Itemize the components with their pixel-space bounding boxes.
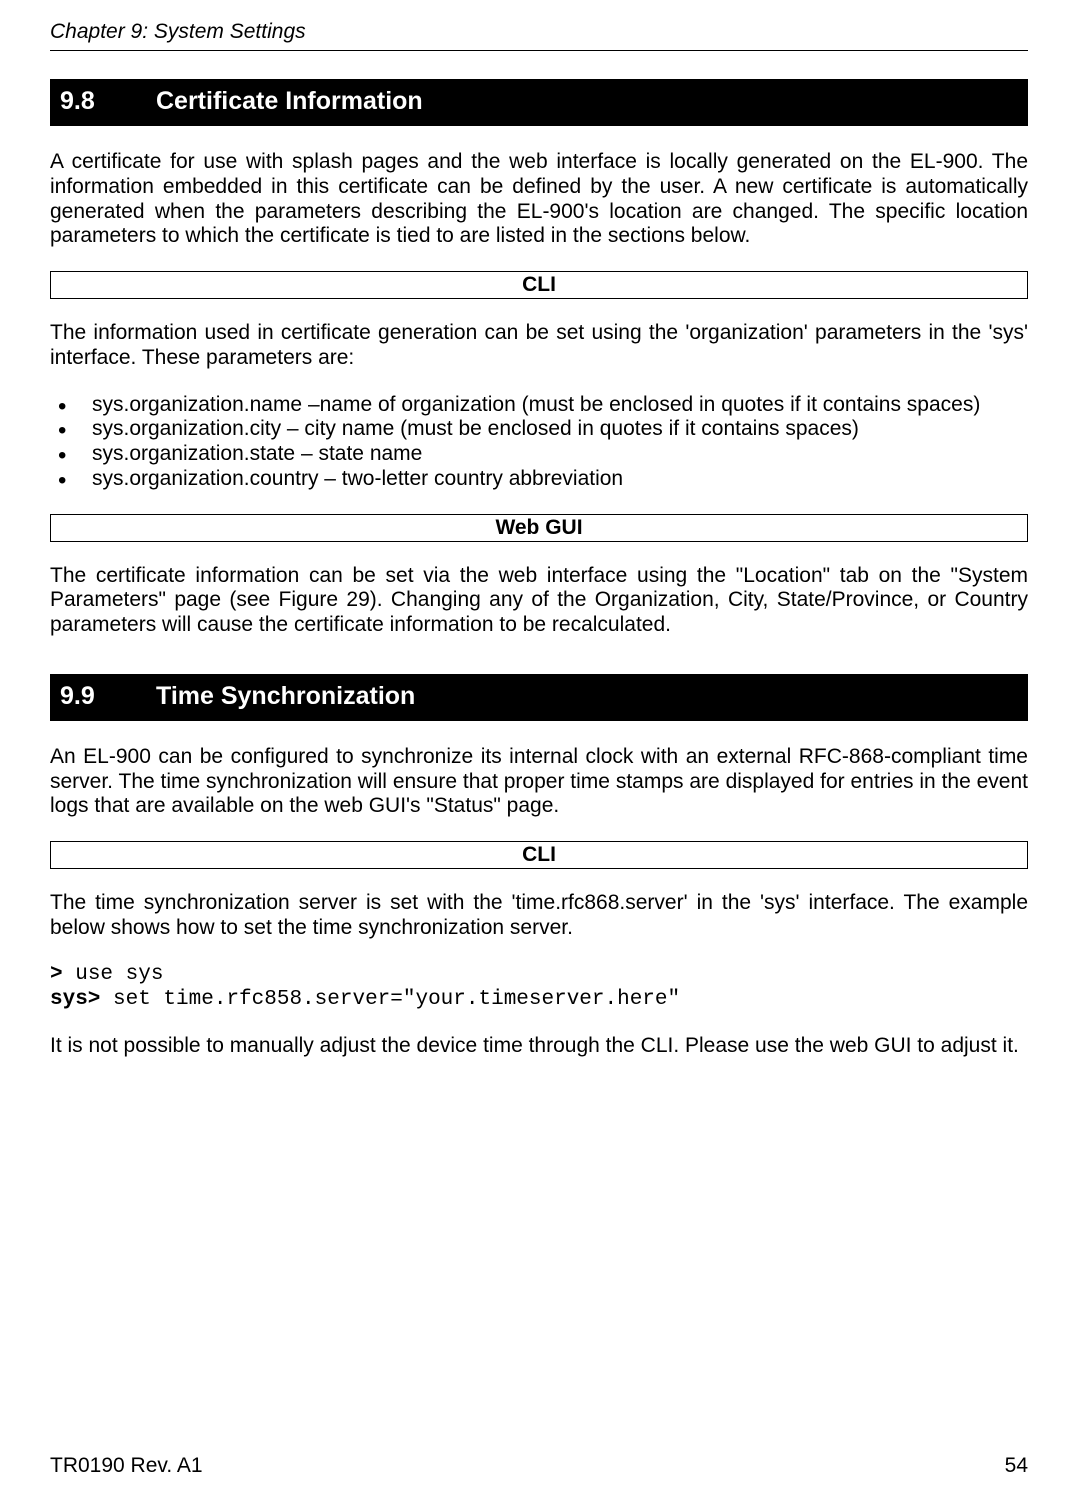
- section-title: Time Synchronization: [156, 682, 415, 711]
- section1-intro: A certificate for use with splash pages …: [50, 150, 1028, 249]
- code-command: set time.rfc858.server="your.timeserver.…: [100, 988, 680, 1011]
- code-example: > use sys sys> set time.rfc858.server="y…: [50, 963, 1028, 1013]
- cli-intro-1: The information used in certificate gene…: [50, 321, 1028, 371]
- cli-heading-1: CLI: [50, 271, 1028, 299]
- list-item: sys.organization.name –name of organizat…: [50, 393, 1028, 418]
- section-heading-timesync: 9.9 Time Synchronization: [50, 674, 1028, 721]
- page-footer: TR0190 Rev. A1 54: [50, 1454, 1028, 1478]
- cli-intro-2: The time synchronization server is set w…: [50, 891, 1028, 941]
- code-prompt: sys>: [50, 988, 100, 1011]
- footer-page-number: 54: [1005, 1454, 1028, 1478]
- section-number: 9.8: [60, 87, 156, 116]
- section-title: Certificate Information: [156, 87, 423, 116]
- footer-revision: TR0190 Rev. A1: [50, 1454, 203, 1478]
- cli-note: It is not possible to manually adjust th…: [50, 1034, 1028, 1059]
- code-line: > use sys: [50, 963, 1028, 988]
- section-heading-certificate: 9.8 Certificate Information: [50, 79, 1028, 126]
- header-divider: [50, 50, 1028, 51]
- section-number: 9.9: [60, 682, 156, 711]
- code-prompt: >: [50, 963, 63, 986]
- list-item: sys.organization.city – city name (must …: [50, 417, 1028, 442]
- code-line: sys> set time.rfc858.server="your.timese…: [50, 988, 1028, 1013]
- cli-heading-2: CLI: [50, 841, 1028, 869]
- organization-params-list: sys.organization.name –name of organizat…: [50, 393, 1028, 492]
- webgui-heading: Web GUI: [50, 514, 1028, 542]
- chapter-header: Chapter 9: System Settings: [50, 20, 1028, 44]
- list-item: sys.organization.country – two-letter co…: [50, 467, 1028, 492]
- code-command: use sys: [63, 963, 164, 986]
- list-item: sys.organization.state – state name: [50, 442, 1028, 467]
- webgui-text: The certificate information can be set v…: [50, 564, 1028, 638]
- section2-intro: An EL-900 can be configured to synchroni…: [50, 745, 1028, 819]
